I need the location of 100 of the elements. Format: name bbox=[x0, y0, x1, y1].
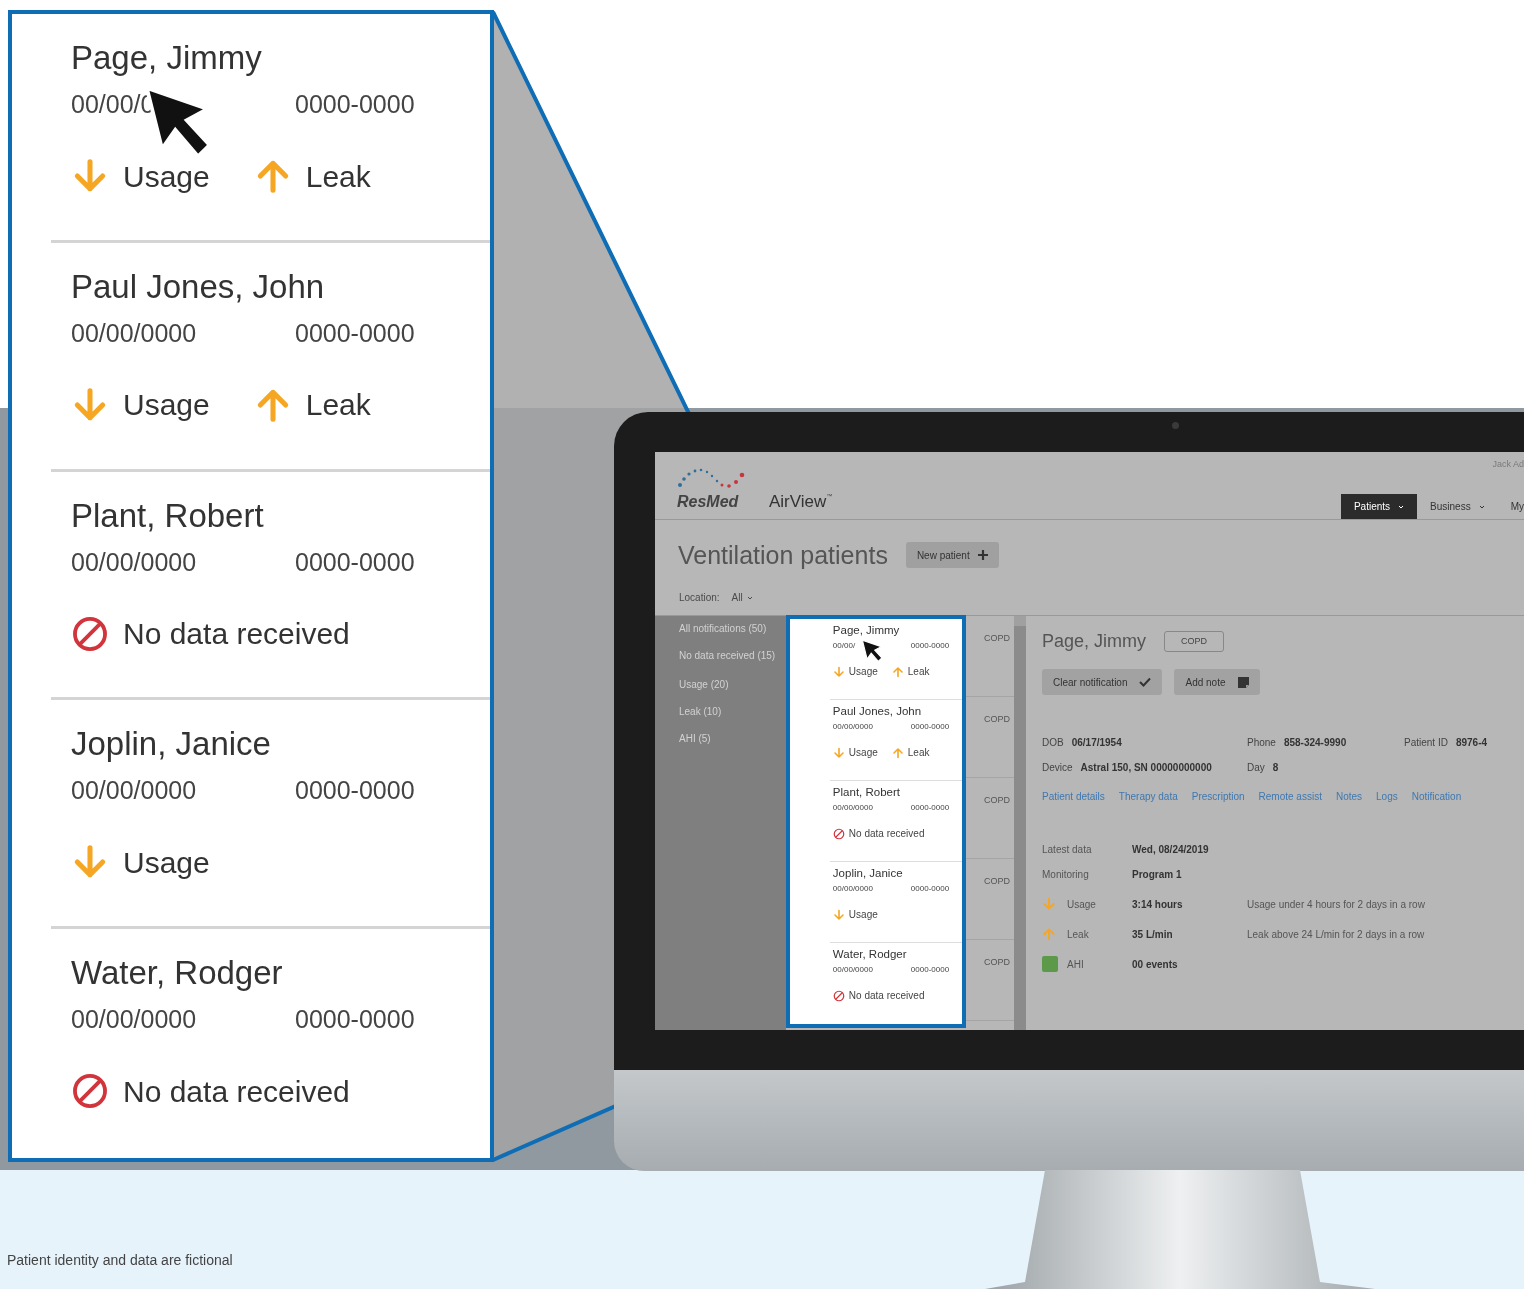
patient-name: Page, Jimmy bbox=[71, 38, 263, 78]
alert-label: No data received bbox=[123, 616, 350, 653]
nav-tab[interactable]: Patients bbox=[1340, 494, 1418, 519]
clear-notification-button[interactable]: Clear notification bbox=[1042, 669, 1163, 695]
patient-name: Water, Rodger bbox=[71, 953, 284, 994]
birth-date: 00/00/0000 bbox=[832, 802, 874, 814]
alert-label: Leak bbox=[907, 746, 930, 760]
alert-label: No data received bbox=[848, 827, 925, 841]
page-title: Ventilation patients bbox=[678, 542, 888, 568]
brand-logo: ResMed bbox=[677, 494, 739, 510]
condition-tag: COPD bbox=[984, 633, 1011, 643]
phone-number: 0000-0000 bbox=[295, 1004, 415, 1036]
alert-label: Usage bbox=[123, 387, 210, 424]
phone-number: 0000-0000 bbox=[295, 89, 415, 120]
alert-label: Leak bbox=[305, 387, 371, 424]
field-label: Device bbox=[1042, 761, 1073, 775]
metric-label: AHI bbox=[1067, 957, 1085, 972]
field-label: Phone bbox=[1247, 736, 1276, 750]
field-value: Astral 150, SN 00000000000 bbox=[1080, 761, 1212, 775]
filter-item[interactable]: All notifications (50) bbox=[679, 621, 786, 636]
condition-tag: COPD bbox=[984, 876, 1011, 886]
condition-tag: COPD bbox=[984, 957, 1011, 967]
birth-date: 00/00/0000 bbox=[832, 964, 874, 976]
down-arrow-icon bbox=[832, 665, 845, 678]
product-name: AirView bbox=[769, 493, 827, 510]
check-icon bbox=[1139, 677, 1152, 687]
birth-date: 00/00/ bbox=[832, 640, 857, 652]
patient-name: Joplin, Janice bbox=[832, 866, 904, 881]
metric-label: Leak bbox=[1067, 927, 1090, 942]
alert-label: Usage bbox=[123, 845, 210, 881]
alert-label: No data received bbox=[848, 989, 925, 1003]
birth-date: 00/00/0000 bbox=[71, 317, 198, 349]
down-arrow-icon bbox=[832, 746, 845, 759]
no-entry-icon bbox=[71, 614, 109, 653]
condition-tag: COPD bbox=[984, 795, 1011, 805]
field-value: 8976-4 bbox=[1455, 736, 1488, 750]
phone-number: 0000-0000 bbox=[910, 721, 950, 733]
alert-label: Leak bbox=[305, 158, 371, 195]
field-label: Day bbox=[1247, 761, 1265, 775]
phone-number: 0000-0000 bbox=[910, 964, 950, 976]
alert-label: Usage bbox=[123, 158, 210, 195]
phone-number: 0000-0000 bbox=[910, 802, 950, 814]
nav-tab[interactable]: My bbox=[1497, 494, 1524, 519]
up-arrow-icon bbox=[891, 746, 904, 759]
birth-date: 00/00/0000 bbox=[71, 546, 198, 578]
scrollbar[interactable] bbox=[1014, 616, 1026, 1030]
alert-label: Usage bbox=[848, 665, 878, 679]
field-label: Patient ID bbox=[1404, 736, 1448, 750]
patient-row[interactable]: Plant, Robert 00/00/0000 0000-0000 No data received bbox=[829, 781, 963, 862]
phone-number: 0000-0000 bbox=[295, 775, 415, 807]
metric-note: Usage under 4 hours for 2 days in a row bbox=[1247, 897, 1426, 912]
condition-tag: COPD bbox=[984, 714, 1011, 724]
condition-tag: COPD bbox=[1164, 630, 1225, 653]
birth-date: 00/00/0000 bbox=[71, 1004, 198, 1036]
patient-row[interactable]: Water, Rodger 00/00/0000 0000-0000 No data received bbox=[51, 929, 490, 1158]
patient-row[interactable]: Page, Jimmy 00/00/ 0000-0000 Usage Leak bbox=[829, 619, 963, 700]
nav-tab[interactable]: Business bbox=[1417, 494, 1498, 519]
filter-item[interactable]: No data received (15) bbox=[679, 648, 786, 663]
patient-row[interactable]: Joplin, Janice 00/00/0000 0000-0000 Usage bbox=[51, 700, 490, 930]
phone-number: 0000-0000 bbox=[910, 640, 950, 652]
patient-name: Plant, Robert bbox=[71, 495, 265, 536]
filter-item[interactable]: AHI (5) bbox=[679, 731, 786, 746]
new-patient-button[interactable]: New patient bbox=[905, 542, 999, 568]
field-value: Program 1 bbox=[1132, 868, 1183, 882]
birth-date: 00/00/0000 bbox=[832, 883, 874, 895]
patient-row[interactable]: Plant, Robert 00/00/0000 0000-0000 No data received bbox=[51, 471, 490, 701]
field-value: Wed, 08/24/2019 bbox=[1132, 843, 1210, 857]
no-entry-icon bbox=[71, 1072, 109, 1111]
chevron-down-icon bbox=[1398, 504, 1405, 509]
patient-name: Water, Rodger bbox=[832, 947, 908, 962]
patient-name: Paul Jones, John bbox=[832, 704, 923, 719]
birth-date: 00/00/0000 bbox=[71, 775, 198, 807]
patient-name: Page, Jimmy bbox=[1042, 630, 1147, 653]
birth-date: 00/00/0000 bbox=[832, 721, 874, 733]
up-arrow-icon bbox=[1042, 927, 1056, 941]
patient-row[interactable]: Paul Jones, John 00/00/0000 0000-0000 Usage Leak bbox=[829, 700, 963, 781]
down-arrow-icon bbox=[832, 908, 845, 921]
phone-number: 0000-0000 bbox=[910, 883, 950, 895]
patient-row[interactable]: Water, Rodger 00/00/0000 0000-0000 No data received bbox=[829, 943, 963, 1024]
patient-name: Paul Jones, John bbox=[71, 266, 326, 307]
patient-row[interactable]: Paul Jones, John 00/00/0000 0000-0000 Usage Leak bbox=[51, 242, 490, 472]
metric-value: 3:14 hours bbox=[1132, 897, 1184, 912]
filter-item[interactable]: Leak (10) bbox=[679, 704, 786, 719]
alert-label: Usage bbox=[848, 746, 878, 760]
chevron-down-icon bbox=[1478, 504, 1485, 509]
filter-item[interactable]: Usage (20) bbox=[679, 677, 786, 692]
field-label: DOB bbox=[1042, 736, 1064, 750]
down-arrow-icon bbox=[1042, 897, 1056, 911]
phone-number: 0000-0000 bbox=[295, 546, 415, 578]
location-label: Location: bbox=[679, 591, 720, 605]
alert-label: No data received bbox=[123, 1073, 350, 1110]
patient-row[interactable]: Joplin, Janice 00/00/0000 0000-0000 Usage bbox=[829, 862, 963, 943]
alert-label: Leak bbox=[907, 665, 930, 679]
location-dropdown[interactable]: All bbox=[731, 590, 753, 605]
field-value: 858-324-9990 bbox=[1283, 736, 1347, 750]
chevron-down-icon bbox=[746, 595, 753, 600]
metric-note: Leak above 24 L/min for 2 days in a row bbox=[1247, 927, 1426, 942]
patient-name: Joplin, Janice bbox=[71, 724, 272, 765]
alert-label: Usage bbox=[848, 908, 878, 922]
add-note-button[interactable]: Add note bbox=[1174, 669, 1260, 695]
